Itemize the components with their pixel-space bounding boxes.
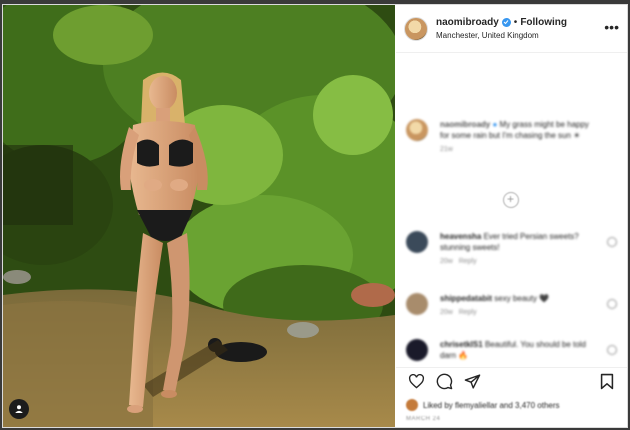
- comment-avatar[interactable]: [406, 231, 428, 253]
- reply-link[interactable]: Reply: [459, 309, 477, 316]
- comment-item: shippedatabit sexy beauty 🖤 20w Reply: [406, 293, 617, 329]
- comment-time: 20w: [440, 309, 453, 316]
- comment-icon[interactable]: [434, 372, 454, 392]
- comment-text: sexy beauty 🖤: [494, 294, 550, 303]
- liker-avatar: [406, 399, 418, 411]
- tagged-user-icon[interactable]: [9, 399, 29, 419]
- author-avatar[interactable]: [404, 16, 428, 41]
- more-options-icon[interactable]: •••: [604, 20, 619, 34]
- author-username[interactable]: naomibroady: [436, 16, 499, 29]
- post-date: MARCH 24: [406, 416, 441, 422]
- post-side-panel: naomibroady • Following Manchester, Unit…: [396, 5, 627, 427]
- save-bookmark-icon[interactable]: [597, 372, 617, 392]
- reply-link[interactable]: Reply: [459, 258, 477, 265]
- load-more-comments-icon[interactable]: [503, 192, 519, 208]
- caption-username[interactable]: naomibroady: [440, 120, 490, 129]
- photo-scene: [3, 5, 395, 427]
- post-location[interactable]: Manchester, United Kingdom: [436, 29, 567, 42]
- comment-item: heavensha Ever tried Persian sweets? stu…: [406, 231, 617, 275]
- caption-time: 21w: [440, 146, 453, 153]
- comment-username[interactable]: heavensha: [440, 232, 481, 241]
- share-icon[interactable]: [462, 372, 482, 392]
- post-photo[interactable]: [3, 5, 395, 427]
- following-button[interactable]: Following: [520, 16, 567, 29]
- caption: naomibroady ● My grass might be happy fo…: [406, 119, 617, 169]
- comment-username[interactable]: shippedatabit: [440, 294, 492, 303]
- post-header: naomibroady • Following Manchester, Unit…: [396, 5, 627, 53]
- comment-username[interactable]: chrisetkIS1: [440, 340, 483, 349]
- comment-item: chrisetkIS1 Beautiful. You should be tol…: [406, 339, 617, 363]
- likes-summary[interactable]: Liked by flemyaliellar and 3,470 others: [406, 397, 617, 413]
- post-modal: naomibroady • Following Manchester, Unit…: [2, 4, 628, 428]
- verified-badge-icon: [501, 17, 511, 27]
- person-icon: [15, 405, 23, 413]
- action-bar: [396, 367, 627, 395]
- comment-like-icon[interactable]: [607, 237, 617, 247]
- author-info: naomibroady • Following Manchester, Unit…: [436, 16, 567, 42]
- comment-like-icon[interactable]: [607, 299, 617, 309]
- comment-avatar[interactable]: [406, 339, 428, 361]
- comment-avatar[interactable]: [406, 293, 428, 315]
- like-icon[interactable]: [406, 372, 426, 392]
- caption-avatar[interactable]: [406, 119, 428, 141]
- comments-section: naomibroady ● My grass might be happy fo…: [396, 53, 627, 363]
- comment-like-icon[interactable]: [607, 345, 617, 355]
- likes-text: Liked by flemyaliellar and 3,470 others: [423, 400, 560, 410]
- separator: •: [513, 16, 518, 28]
- comment-time: 20w: [440, 258, 453, 265]
